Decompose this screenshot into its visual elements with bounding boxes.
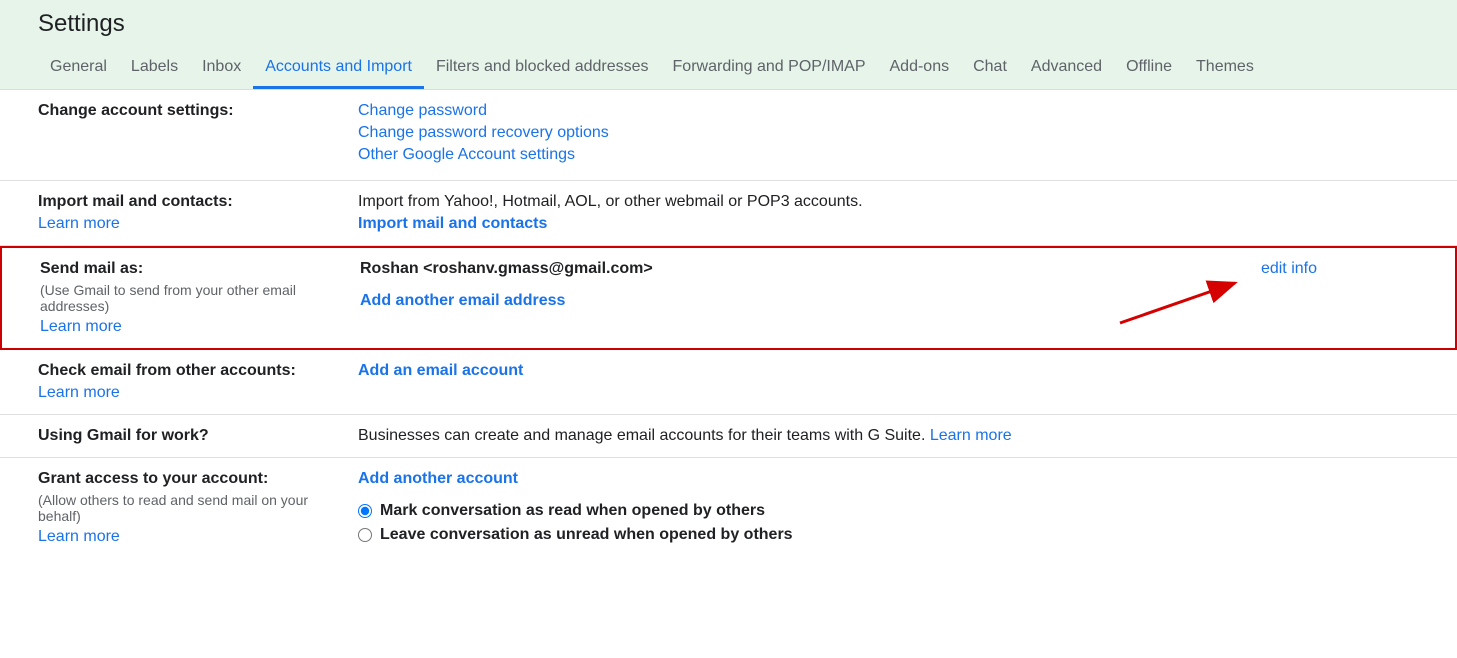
tab-chat[interactable]: Chat (961, 52, 1019, 89)
tab-themes[interactable]: Themes (1184, 52, 1266, 89)
grant-access-sub: (Allow others to read and send mail on y… (38, 492, 338, 524)
import-mail-action[interactable]: Import mail and contacts (358, 215, 547, 232)
change-recovery-link[interactable]: Change password recovery options (358, 124, 609, 141)
change-password-link[interactable]: Change password (358, 102, 487, 119)
tab-advanced[interactable]: Advanced (1019, 52, 1114, 89)
tab-addons[interactable]: Add-ons (878, 52, 962, 89)
import-mail-desc: Import from Yahoo!, Hotmail, AOL, or oth… (358, 193, 1419, 211)
send-mail-as-label: Send mail as: (40, 260, 340, 278)
grant-access-learn-more[interactable]: Learn more (38, 528, 120, 546)
send-mail-as-sub: (Use Gmail to send from your other email… (40, 282, 340, 314)
page-title: Settings (0, 0, 1457, 52)
section-change-account: Change account settings: Change password… (0, 90, 1457, 181)
check-email-learn-more[interactable]: Learn more (38, 384, 120, 402)
add-email-address-link[interactable]: Add another email address (360, 292, 565, 309)
gmail-work-desc: Businesses can create and manage email a… (358, 427, 930, 444)
gmail-work-learn-more[interactable]: Learn more (930, 427, 1012, 444)
send-mail-as-learn-more[interactable]: Learn more (40, 318, 122, 336)
change-account-label: Change account settings: (38, 102, 338, 120)
tab-accounts-import[interactable]: Accounts and Import (253, 52, 424, 89)
leave-unread-label: Leave conversation as unread when opened… (380, 526, 793, 544)
import-mail-label: Import mail and contacts: (38, 193, 338, 211)
gmail-work-label: Using Gmail for work? (38, 427, 338, 445)
send-mail-as-account: Roshan <roshanv.gmass@gmail.com> (360, 260, 1417, 278)
settings-tabs: General Labels Inbox Accounts and Import… (0, 52, 1457, 89)
tab-offline[interactable]: Offline (1114, 52, 1184, 89)
tab-labels[interactable]: Labels (119, 52, 190, 89)
import-mail-learn-more[interactable]: Learn more (38, 215, 120, 233)
add-email-account-link[interactable]: Add an email account (358, 362, 523, 379)
mark-read-radio[interactable] (358, 504, 372, 518)
tab-filters[interactable]: Filters and blocked addresses (424, 52, 661, 89)
edit-info-link[interactable]: edit info (1261, 260, 1317, 278)
other-settings-link[interactable]: Other Google Account settings (358, 146, 575, 163)
grant-access-label: Grant access to your account: (38, 470, 338, 488)
section-gmail-work: Using Gmail for work? Businesses can cre… (0, 415, 1457, 458)
section-import-mail: Import mail and contacts: Learn more Imp… (0, 181, 1457, 246)
section-check-email: Check email from other accounts: Learn m… (0, 350, 1457, 415)
leave-unread-radio[interactable] (358, 528, 372, 542)
tab-general[interactable]: General (38, 52, 119, 89)
tab-forwarding[interactable]: Forwarding and POP/IMAP (661, 52, 878, 89)
tab-inbox[interactable]: Inbox (190, 52, 253, 89)
section-send-mail-as: Send mail as: (Use Gmail to send from yo… (0, 246, 1457, 350)
mark-read-label: Mark conversation as read when opened by… (380, 502, 765, 520)
section-grant-access: Grant access to your account: (Allow oth… (0, 458, 1457, 558)
add-another-account-link[interactable]: Add another account (358, 470, 518, 487)
check-email-label: Check email from other accounts: (38, 362, 338, 380)
